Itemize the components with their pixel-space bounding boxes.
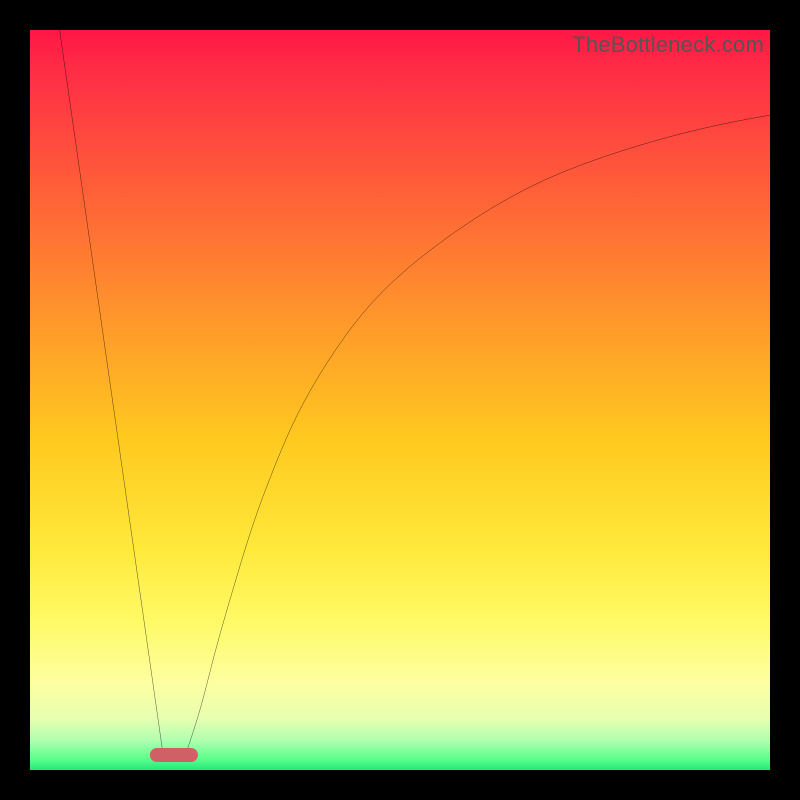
bottleneck-marker bbox=[150, 748, 198, 762]
curve-right-branch bbox=[185, 115, 770, 755]
watermark-text: TheBottleneck.com bbox=[572, 32, 764, 58]
curve-left-branch bbox=[60, 30, 164, 755]
plot-area: TheBottleneck.com bbox=[30, 30, 770, 770]
chart-frame: TheBottleneck.com bbox=[0, 0, 800, 800]
curve-layer bbox=[30, 30, 770, 770]
